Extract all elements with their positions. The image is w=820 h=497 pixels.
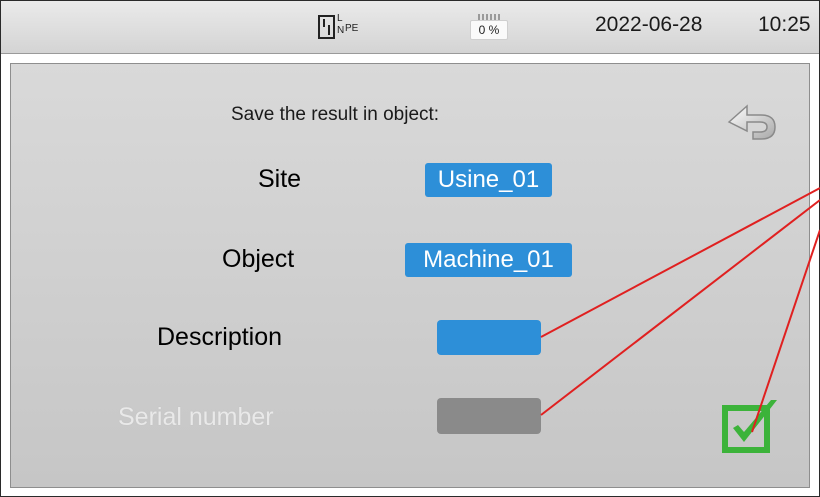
status-time: 10:25 (758, 13, 811, 36)
dialog-heading: Save the result in object: (231, 104, 440, 125)
object-field[interactable]: Machine_01 (405, 243, 572, 277)
wiring-diagram-icon: L N PE (318, 12, 378, 44)
description-label: Description (157, 323, 283, 351)
back-button[interactable] (717, 94, 789, 156)
return-arrow-icon (727, 104, 776, 140)
object-label: Object (222, 245, 295, 273)
green-checkmark-icon (722, 400, 777, 453)
site-label: Site (258, 165, 302, 193)
description-field[interactable] (437, 320, 541, 355)
serial-number-field (437, 398, 541, 434)
battery-indicator: 0 % (467, 14, 509, 42)
status-bar: L N PE 0 % 2022-06-28 10:25 (1, 1, 819, 54)
status-date: 2022-06-28 (595, 13, 703, 36)
wiring-label-pe: PE (345, 23, 359, 34)
serial-number-label: Serial number (118, 403, 274, 431)
wiring-label-n: N (337, 25, 345, 36)
wiring-label-l: L (337, 13, 343, 24)
battery-percent: 0 % (478, 23, 500, 37)
confirm-button[interactable] (719, 396, 783, 458)
site-field[interactable]: Usine_01 (425, 163, 552, 197)
